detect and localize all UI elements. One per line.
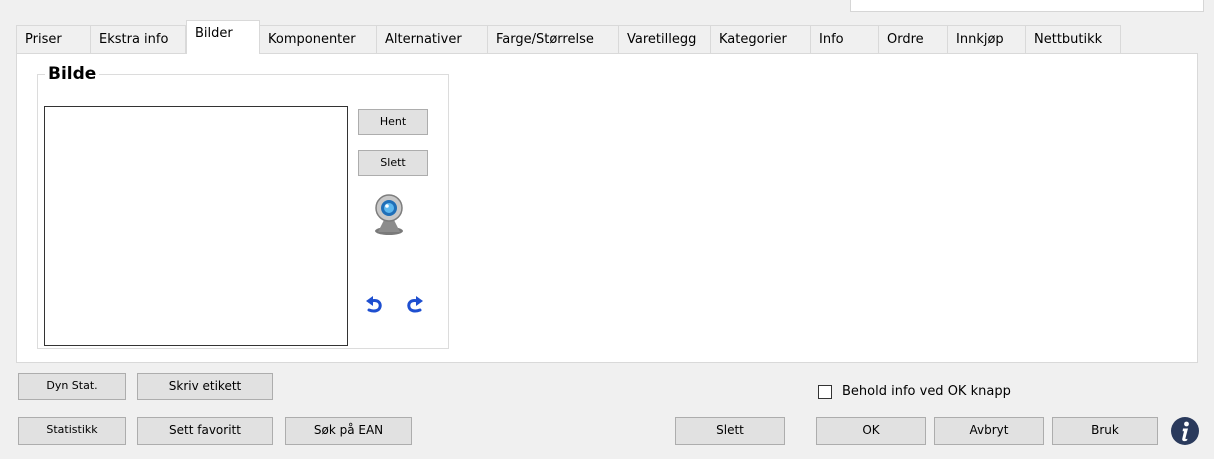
tab-ekstra-info[interactable]: Ekstra info — [90, 25, 186, 53]
ok-button[interactable]: OK — [816, 417, 926, 445]
tab-panel-bilder: Bilde Hent Slett — [16, 53, 1198, 363]
apply-button[interactable]: Bruk — [1052, 417, 1158, 445]
top-input-field[interactable] — [850, 0, 1204, 12]
rotate-left-icon[interactable] — [364, 293, 384, 315]
tab-info[interactable]: Info — [810, 25, 879, 53]
webcam-icon[interactable] — [372, 192, 406, 236]
image-group-title: Bilde — [48, 64, 97, 84]
cancel-button[interactable]: Avbryt — [934, 417, 1044, 445]
statistics-button[interactable]: Statistikk — [18, 417, 126, 445]
tab-priser[interactable]: Priser — [16, 25, 91, 53]
print-label-button[interactable]: Skriv etikett — [137, 373, 273, 400]
info-icon[interactable] — [1170, 416, 1200, 446]
tab-farge-storrelse[interactable]: Farge/Størrelse — [487, 25, 619, 53]
fetch-image-button[interactable]: Hent — [358, 109, 428, 135]
keep-info-label: Behold info ved OK knapp — [842, 384, 1011, 399]
set-favorite-button[interactable]: Sett favoritt — [137, 417, 273, 445]
keep-info-checkbox[interactable] — [818, 385, 832, 399]
tab-komponenter[interactable]: Komponenter — [259, 25, 377, 53]
tab-alternativer[interactable]: Alternativer — [376, 25, 488, 53]
tab-nettbutikk[interactable]: Nettbutikk — [1025, 25, 1121, 53]
image-preview[interactable] — [44, 106, 348, 346]
tab-innkjop[interactable]: Innkjøp — [947, 25, 1026, 53]
tab-kategorier[interactable]: Kategorier — [710, 25, 811, 53]
search-ean-button[interactable]: Søk på EAN — [285, 417, 412, 445]
tab-bilder[interactable]: Bilder — [186, 20, 260, 54]
delete-button[interactable]: Slett — [675, 417, 785, 445]
dyn-stat-button[interactable]: Dyn Stat. — [18, 373, 126, 400]
rotate-right-icon[interactable] — [405, 293, 425, 315]
delete-image-button[interactable]: Slett — [358, 150, 428, 176]
tab-varetillegg[interactable]: Varetillegg — [618, 25, 711, 53]
tab-ordre[interactable]: Ordre — [878, 25, 948, 53]
